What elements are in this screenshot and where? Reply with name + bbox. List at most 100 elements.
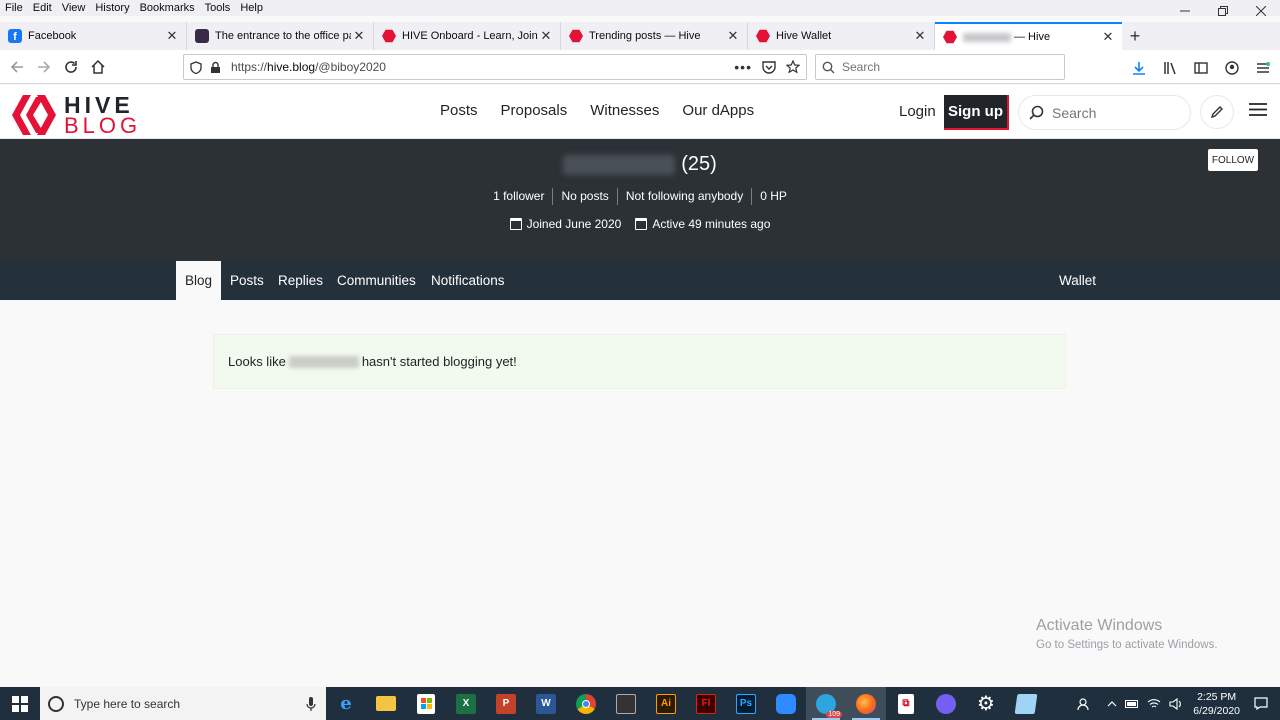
- photoshop-icon[interactable]: Ps: [726, 687, 766, 720]
- chrome-icon[interactable]: [566, 687, 606, 720]
- menu-file[interactable]: File: [0, 0, 28, 16]
- tab-replies[interactable]: Replies: [269, 261, 332, 300]
- close-window-button[interactable]: [1242, 0, 1280, 22]
- menu-edit[interactable]: Edit: [28, 0, 57, 16]
- tab-trending-posts[interactable]: Trending posts — Hive ✕: [561, 22, 748, 50]
- notepad-icon[interactable]: [1006, 687, 1046, 720]
- tab-communities[interactable]: Communities: [328, 261, 425, 300]
- following-count[interactable]: Not following anybody: [618, 188, 753, 205]
- site-search-input[interactable]: [1052, 104, 1172, 121]
- app-menu-icon[interactable]: [1249, 54, 1276, 81]
- url-text[interactable]: https://hive.blog/@biboy2020: [231, 60, 386, 74]
- volume-icon[interactable]: [1169, 697, 1183, 710]
- calculator-icon[interactable]: [606, 687, 646, 720]
- telegram-badge: 109: [826, 711, 842, 718]
- edge-icon[interactable]: e: [326, 687, 366, 720]
- telegram-icon[interactable]: 109: [806, 687, 846, 720]
- library-icon[interactable]: [1156, 54, 1183, 81]
- people-icon[interactable]: [1077, 697, 1091, 711]
- shield-icon[interactable]: [190, 60, 202, 74]
- chevron-up-icon[interactable]: [1107, 700, 1117, 707]
- nav-posts[interactable]: Posts: [440, 102, 478, 119]
- clock[interactable]: 2:25 PM 6/29/2020: [1193, 690, 1240, 718]
- bookmark-star-icon[interactable]: [786, 60, 800, 74]
- tab-blog[interactable]: Blog: [176, 261, 222, 300]
- hive-icon: [569, 29, 583, 43]
- hamburger-menu-icon[interactable]: [1249, 102, 1267, 117]
- nav-our-dapps[interactable]: Our dApps: [682, 102, 754, 119]
- flash-icon[interactable]: Fl: [686, 687, 726, 720]
- settings-icon[interactable]: ⚙: [966, 687, 1006, 720]
- blurred-username: [963, 32, 1011, 42]
- logo-text-blog: BLOG: [64, 113, 142, 138]
- follow-button[interactable]: FOLLOW: [1208, 149, 1258, 171]
- downloads-icon[interactable]: [1125, 54, 1152, 81]
- back-icon[interactable]: [3, 53, 30, 80]
- nav-witnesses[interactable]: Witnesses: [590, 102, 659, 119]
- tab-facebook[interactable]: f Facebook ✕: [0, 22, 187, 50]
- profile-dates: Joined June 2020 Active 49 minutes ago: [0, 217, 1280, 231]
- joined-text: Joined June 2020: [526, 217, 622, 231]
- close-tab-icon[interactable]: ✕: [164, 28, 180, 44]
- word-icon[interactable]: W: [526, 687, 566, 720]
- pdf-reader-icon[interactable]: ⧉: [886, 687, 926, 720]
- pocket-icon[interactable]: [762, 60, 776, 74]
- account-icon[interactable]: [1218, 54, 1245, 81]
- notifications-icon[interactable]: [1254, 697, 1268, 710]
- firefox-icon[interactable]: [846, 687, 886, 720]
- battery-icon[interactable]: [1125, 699, 1139, 708]
- taskbar-search[interactable]: Type here to search: [40, 687, 326, 720]
- hive-icon: [382, 29, 396, 43]
- store-icon[interactable]: [406, 687, 446, 720]
- tab-profile-active[interactable]: — Hive ✕: [935, 22, 1122, 50]
- close-tab-icon[interactable]: ✕: [912, 28, 928, 44]
- site-header: HIVE BLOG Posts Proposals Witnesses Our …: [0, 85, 1280, 139]
- menu-history[interactable]: History: [90, 0, 134, 16]
- minimize-button[interactable]: [1166, 0, 1204, 22]
- illustrator-icon[interactable]: Ai: [646, 687, 686, 720]
- search-placeholder: Search: [842, 60, 881, 74]
- hive-blog-logo[interactable]: HIVE BLOG: [12, 94, 142, 138]
- zoom-icon[interactable]: [766, 687, 806, 720]
- menu-bookmarks[interactable]: Bookmarks: [135, 0, 200, 16]
- nav-proposals[interactable]: Proposals: [501, 102, 568, 119]
- sidebar-icon[interactable]: [1187, 54, 1214, 81]
- start-button[interactable]: [0, 687, 40, 720]
- login-link[interactable]: Login: [899, 103, 936, 120]
- browser-search-field[interactable]: Search: [815, 54, 1065, 80]
- tab-notifications[interactable]: Notifications: [422, 261, 514, 300]
- close-tab-icon[interactable]: ✕: [1100, 29, 1116, 45]
- close-tab-icon[interactable]: ✕: [725, 28, 741, 44]
- forward-icon[interactable]: [30, 53, 57, 80]
- page-actions-icon[interactable]: •••: [734, 59, 752, 75]
- tab-hive-onboard[interactable]: HIVE Onboard - Learn, Join and ✕: [374, 22, 561, 50]
- tab-hive-wallet[interactable]: Hive Wallet ✕: [748, 22, 935, 50]
- clock-date: 6/29/2020: [1193, 704, 1240, 717]
- tab-posts[interactable]: Posts: [221, 261, 273, 300]
- signup-button[interactable]: Sign up: [944, 95, 1009, 130]
- home-icon[interactable]: [84, 53, 111, 80]
- powerpoint-icon[interactable]: P: [486, 687, 526, 720]
- menu-tools[interactable]: Tools: [200, 0, 236, 16]
- close-tab-icon[interactable]: ✕: [351, 28, 367, 44]
- menu-help[interactable]: Help: [235, 0, 268, 16]
- microphone-icon[interactable]: [306, 696, 316, 711]
- lock-icon[interactable]: [210, 61, 221, 74]
- tab-wallet[interactable]: Wallet: [1050, 261, 1105, 300]
- new-tab-button[interactable]: +: [1122, 22, 1148, 50]
- menu-view[interactable]: View: [57, 0, 91, 16]
- wifi-icon[interactable]: [1147, 698, 1161, 709]
- excel-icon[interactable]: X: [446, 687, 486, 720]
- url-bar[interactable]: https://hive.blog/@biboy2020 •••: [183, 54, 807, 80]
- viber-icon[interactable]: [926, 687, 966, 720]
- joined-date: Joined June 2020: [509, 217, 622, 231]
- site-search-field[interactable]: [1018, 95, 1191, 130]
- compose-button[interactable]: [1200, 95, 1234, 129]
- followers-count[interactable]: 1 follower: [485, 188, 554, 205]
- file-explorer-icon[interactable]: [366, 687, 406, 720]
- restore-button[interactable]: [1204, 0, 1242, 22]
- close-tab-icon[interactable]: ✕: [538, 28, 554, 44]
- reload-icon[interactable]: [57, 53, 84, 80]
- tab-office-party[interactable]: The entrance to the office party ✕: [187, 22, 374, 50]
- profile-stats: 1 follower No posts Not following anybod…: [0, 188, 1280, 205]
